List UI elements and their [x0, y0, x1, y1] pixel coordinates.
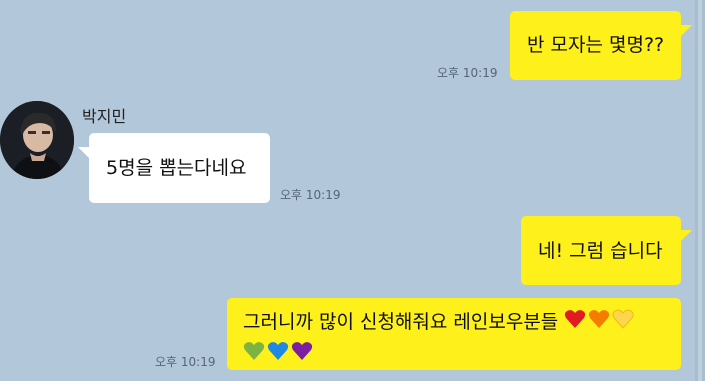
sender-name: 박지민 [82, 107, 127, 126]
message-text-1: 반 모자는 몇명?? [527, 34, 665, 56]
message-time-1: 오후 10:19 [437, 66, 498, 80]
avatar[interactable] [0, 101, 74, 179]
message-text-2: 5명을 뽑는다네요 [106, 157, 247, 179]
scrollbar[interactable] [695, 0, 705, 381]
message-bubble-2[interactable]: 5명을 뽑는다네요 [78, 133, 270, 203]
message-time-2: 오후 10:19 [280, 188, 341, 202]
avatar-photo [0, 101, 74, 179]
scrollbar-thumb[interactable] [698, 0, 702, 381]
message-time-4: 오후 10:19 [155, 355, 216, 369]
red-heart-icon [564, 308, 586, 338]
yellow-heart-icon [612, 308, 634, 338]
message-bubble-3[interactable]: 네! 그럼 습니다 [521, 216, 692, 285]
message-text-4-line1: 그러니까 많이 신청해줘요 레인보우분들 [243, 307, 681, 338]
message-text-3: 네! 그럼 습니다 [538, 240, 663, 262]
blue-heart-icon [267, 340, 289, 370]
purple-heart-icon [291, 340, 313, 370]
message-bubble-4[interactable]: 그러니까 많이 신청해줘요 레인보우분들 [227, 298, 681, 370]
orange-heart-icon [588, 308, 610, 338]
message-bubble-1[interactable]: 반 모자는 몇명?? [510, 11, 692, 80]
message-text-4-line2 [243, 340, 681, 371]
green-heart-icon [243, 340, 265, 370]
message-text-4: 그러니까 많이 신청해줘요 레인보우분들 [243, 311, 559, 333]
